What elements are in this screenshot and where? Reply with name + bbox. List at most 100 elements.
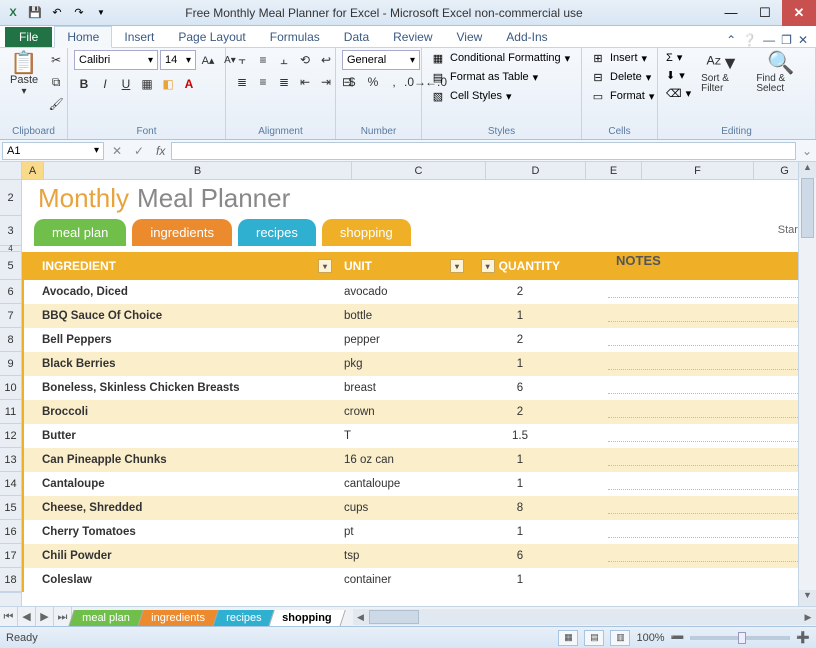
tab-view[interactable]: View (445, 27, 495, 47)
cell-ingredient[interactable]: Chili Powder (24, 550, 338, 562)
note-line[interactable] (608, 394, 798, 418)
redo-icon[interactable]: ↷ (70, 4, 88, 22)
planner-tab-shopping[interactable]: shopping (322, 219, 411, 246)
comma-icon[interactable]: , (384, 72, 404, 92)
cell-unit[interactable]: pt (338, 526, 470, 538)
cell-quantity[interactable]: 1 (470, 454, 570, 466)
doc-close-icon[interactable]: ✕ (798, 33, 808, 47)
row-header[interactable]: 12 (0, 424, 21, 448)
cell-quantity[interactable]: 1 (470, 310, 570, 322)
tab-formulas[interactable]: Formulas (258, 27, 332, 47)
cell-ingredient[interactable]: BBQ Sauce Of Choice (24, 310, 338, 322)
row-header[interactable]: 6 (0, 280, 21, 304)
sheet-tab-ingredients[interactable]: ingredients (137, 610, 218, 627)
align-top-icon[interactable]: ⫟ (232, 50, 252, 70)
cell-unit[interactable]: breast (338, 382, 470, 394)
cell-ingredient[interactable]: Black Berries (24, 358, 338, 370)
sheet-nav-first-icon[interactable]: ⏮ (0, 607, 18, 627)
cell-quantity[interactable]: 2 (470, 334, 570, 346)
select-all-cell[interactable] (0, 162, 21, 180)
cell-quantity[interactable]: 1.5 (470, 430, 570, 442)
scroll-left-icon[interactable]: ◀ (353, 609, 369, 625)
vertical-scrollbar[interactable]: ▲ ▼ (798, 162, 816, 606)
cell-unit[interactable]: pkg (338, 358, 470, 370)
expand-formula-bar-icon[interactable]: ⌄ (798, 144, 816, 158)
scroll-right-icon[interactable]: ▶ (800, 609, 816, 625)
align-middle-icon[interactable]: ≡ (253, 50, 273, 70)
zoom-in-icon[interactable]: ➕ (796, 631, 810, 644)
sheet-nav-prev-icon[interactable]: ◀ (18, 607, 36, 627)
cell-quantity[interactable]: 6 (470, 550, 570, 562)
ribbon-minimize-icon[interactable]: ⌃ (726, 33, 736, 47)
row-header[interactable]: 14 (0, 472, 21, 496)
note-line[interactable] (608, 418, 798, 442)
header-quantity[interactable]: ▾QUANTITY (470, 259, 570, 273)
find-select-button[interactable]: 🔍Find & Select (752, 50, 809, 96)
zoom-slider-thumb[interactable] (738, 632, 746, 644)
tab-page-layout[interactable]: Page Layout (166, 27, 257, 47)
column-header[interactable]: C (352, 162, 486, 179)
wrap-text-icon[interactable]: ↩ (316, 50, 336, 70)
maximize-button[interactable]: ☐ (748, 0, 782, 26)
tab-data[interactable]: Data (332, 27, 381, 47)
cell-quantity[interactable]: 2 (470, 406, 570, 418)
cell-ingredient[interactable]: Cherry Tomatoes (24, 526, 338, 538)
sheet-tab-meal-plan[interactable]: meal plan (68, 610, 143, 627)
currency-icon[interactable]: $ (342, 72, 362, 92)
cell-ingredient[interactable]: Can Pineapple Chunks (24, 454, 338, 466)
fill-button[interactable]: ⬇ ▾ (664, 68, 693, 83)
column-header[interactable]: D (486, 162, 586, 179)
cell-quantity[interactable]: 6 (470, 382, 570, 394)
italic-button[interactable]: I (95, 74, 115, 94)
tab-review[interactable]: Review (381, 27, 444, 47)
row-header[interactable]: 16 (0, 520, 21, 544)
insert-cells-button[interactable]: ⊞Insert ▾ (588, 50, 656, 66)
note-line[interactable] (608, 442, 798, 466)
tab-addins[interactable]: Add-Ins (494, 27, 559, 47)
horizontal-scrollbar[interactable]: ◀ ▶ (353, 609, 816, 625)
decrease-indent-icon[interactable]: ⇤ (295, 72, 315, 92)
minimize-button[interactable]: — (714, 0, 748, 26)
cell-ingredient[interactable]: Cantaloupe (24, 478, 338, 490)
font-size-select[interactable]: 14▾ (160, 50, 196, 70)
cell-unit[interactable]: 16 oz can (338, 454, 470, 466)
cell-unit[interactable]: bottle (338, 310, 470, 322)
column-header[interactable]: E (586, 162, 642, 179)
note-line[interactable] (608, 538, 798, 562)
note-line[interactable] (608, 370, 798, 394)
cell-ingredient[interactable]: Cheese, Shredded (24, 502, 338, 514)
note-line[interactable] (608, 322, 798, 346)
row-header[interactable]: 15 (0, 496, 21, 520)
column-header[interactable]: A (22, 162, 44, 179)
cell-ingredient[interactable]: Bell Peppers (24, 334, 338, 346)
increase-indent-icon[interactable]: ⇥ (316, 72, 336, 92)
cut-icon[interactable]: ✂ (46, 50, 66, 70)
cell-ingredient[interactable]: Boneless, Skinless Chicken Breasts (24, 382, 338, 394)
align-center-icon[interactable]: ≡ (253, 72, 273, 92)
row-header[interactable]: 5 (0, 252, 21, 280)
tab-insert[interactable]: Insert (112, 27, 166, 47)
note-line[interactable] (608, 346, 798, 370)
page-layout-view-icon[interactable]: ▤ (584, 630, 604, 646)
fill-color-button[interactable]: ◧ (158, 74, 178, 94)
autosum-button[interactable]: Σ ▾ (664, 50, 693, 65)
cancel-formula-icon[interactable]: ✕ (106, 144, 128, 158)
sheet-nav-next-icon[interactable]: ▶ (36, 607, 54, 627)
zoom-out-icon[interactable]: ➖ (671, 631, 685, 644)
row-header[interactable]: 11 (0, 400, 21, 424)
font-name-select[interactable]: Calibri▾ (74, 50, 158, 70)
cell-quantity[interactable]: 1 (470, 478, 570, 490)
scroll-thumb[interactable] (801, 178, 814, 238)
conditional-formatting-button[interactable]: ▦Conditional Formatting ▾ (428, 50, 572, 66)
paste-button[interactable]: 📋 Paste ▾ (6, 50, 42, 99)
fx-icon[interactable]: fx (150, 144, 171, 158)
cell-quantity[interactable]: 2 (470, 286, 570, 298)
bold-button[interactable]: B (74, 74, 94, 94)
format-painter-icon[interactable]: 🖌 (46, 94, 66, 114)
align-right-icon[interactable]: ≣ (274, 72, 294, 92)
formula-input[interactable] (171, 142, 796, 160)
cell-unit[interactable]: pepper (338, 334, 470, 346)
doc-minimize-icon[interactable]: — (763, 33, 775, 47)
planner-tab-ingredients[interactable]: ingredients (132, 219, 232, 246)
copy-icon[interactable]: ⧉ (46, 72, 66, 92)
